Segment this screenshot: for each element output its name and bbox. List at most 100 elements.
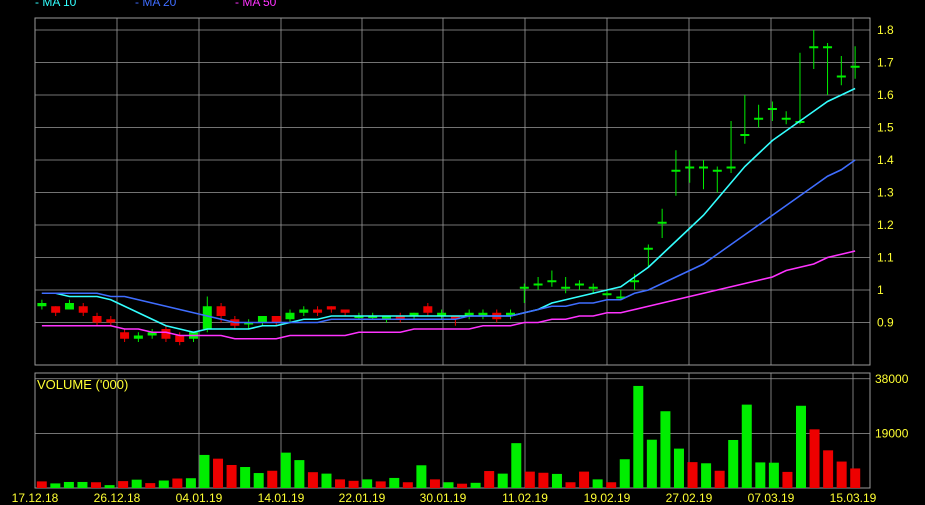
candle-body: [836, 75, 846, 78]
candle-body: [51, 306, 61, 313]
volume-bar: [253, 473, 264, 488]
y-tick-label: 1.1: [877, 251, 894, 265]
volume-bar: [158, 480, 169, 488]
y-tick-label: 1.4: [877, 153, 894, 167]
volume-bar: [104, 485, 115, 488]
candle-body: [78, 306, 88, 313]
volume-bar: [362, 479, 373, 488]
candle-body: [285, 312, 295, 320]
volume-bar: [118, 481, 129, 488]
x-tick-label: 30.01.19: [420, 491, 467, 505]
volume-bar: [443, 482, 454, 488]
volume-bar: [226, 465, 237, 488]
candle-body: [574, 283, 584, 286]
volume-bar: [416, 465, 427, 488]
candle-body: [313, 309, 323, 313]
ma-line: [41, 87, 856, 334]
candle-body: [781, 117, 791, 120]
volume-bar: [348, 480, 359, 488]
candle-body: [588, 286, 598, 289]
candle-body: [423, 306, 433, 313]
candle-body: [630, 280, 640, 283]
candle-body: [133, 335, 143, 339]
candle-body: [271, 316, 281, 323]
volume-bar: [701, 463, 712, 488]
volume-bar: [755, 462, 766, 488]
volume-bar: [185, 478, 196, 488]
volume-tick-label: 38000: [875, 372, 909, 386]
y-tick-label: 1.5: [877, 121, 894, 135]
volume-bar: [809, 429, 820, 488]
volume-bar: [497, 473, 508, 488]
volume-bar: [240, 467, 251, 488]
x-tick-label: 19.02.19: [584, 491, 631, 505]
candle-body: [37, 303, 47, 307]
candle-body: [299, 309, 309, 313]
volume-bar: [606, 482, 617, 488]
volume-bar: [687, 462, 698, 488]
candle-body: [92, 316, 102, 323]
volume-bar: [714, 470, 725, 488]
candle-body: [216, 306, 226, 316]
volume-bar: [633, 385, 644, 488]
candle-body: [726, 166, 736, 169]
candle-body: [257, 316, 267, 323]
candle-body: [533, 283, 543, 286]
y-tick-label: 1.7: [877, 56, 894, 70]
volume-bar: [321, 473, 332, 488]
candle-body: [161, 329, 171, 339]
price-panel-frame: [34, 17, 871, 366]
stock-chart: 0.9 1 1.1 1.2 1.3 1.4 1.5 1.6 1.7 1.8 19000 38000 17…: [12, 17, 909, 505]
volume-bar: [592, 479, 603, 488]
volume-bar: [280, 452, 291, 488]
volume-bar: [402, 482, 413, 488]
candle-body: [671, 169, 681, 172]
volume-bar: [429, 479, 440, 488]
x-tick-label: 11.02.19: [502, 491, 548, 505]
x-tick-label: 17.12.18: [12, 491, 59, 505]
volume-bar: [470, 482, 481, 488]
volume-bar: [619, 459, 630, 488]
candle-body: [561, 286, 571, 289]
x-tick-label: 04.01.19: [176, 491, 223, 505]
candle-body: [64, 303, 74, 310]
candle-body: [602, 293, 612, 296]
volume-bar: [565, 482, 576, 488]
volume-bar: [728, 439, 739, 488]
candle-body: [850, 65, 860, 68]
x-tick-label: 14.01.19: [258, 491, 305, 505]
volume-bar: [213, 458, 224, 488]
volume-bar: [77, 481, 88, 488]
volume-bar: [511, 443, 522, 488]
volume-bar: [524, 471, 535, 488]
volume-bar: [660, 411, 671, 488]
volume-bar: [294, 460, 305, 488]
volume-bar: [673, 448, 684, 488]
volume-bar: [307, 472, 318, 488]
candle-body: [519, 286, 529, 289]
volume-bar: [50, 483, 61, 488]
volume-bar: [782, 471, 793, 488]
candle-body: [767, 108, 777, 110]
candle-body: [340, 309, 350, 313]
y-tick-label: 1.6: [877, 88, 894, 102]
volume-bar: [836, 461, 847, 488]
volume-bar: [36, 481, 47, 488]
candle-body: [740, 134, 750, 136]
volume-bar: [389, 477, 400, 488]
candle-body: [685, 166, 695, 169]
volume-bar: [91, 482, 102, 488]
volume-bar: [795, 405, 806, 488]
candle-body: [809, 46, 819, 49]
candle-body: [175, 335, 185, 342]
candle-body: [823, 46, 833, 49]
volume-bar: [172, 478, 183, 488]
y-tick-label: 1.3: [877, 186, 894, 200]
candle-body: [712, 169, 722, 172]
candle-body: [657, 221, 667, 224]
volume-bar: [131, 479, 142, 488]
volume-tick-label: 19000: [875, 426, 909, 440]
volume-bar: [538, 472, 549, 488]
volume-bar: [741, 404, 752, 488]
volume-bar: [145, 483, 156, 488]
